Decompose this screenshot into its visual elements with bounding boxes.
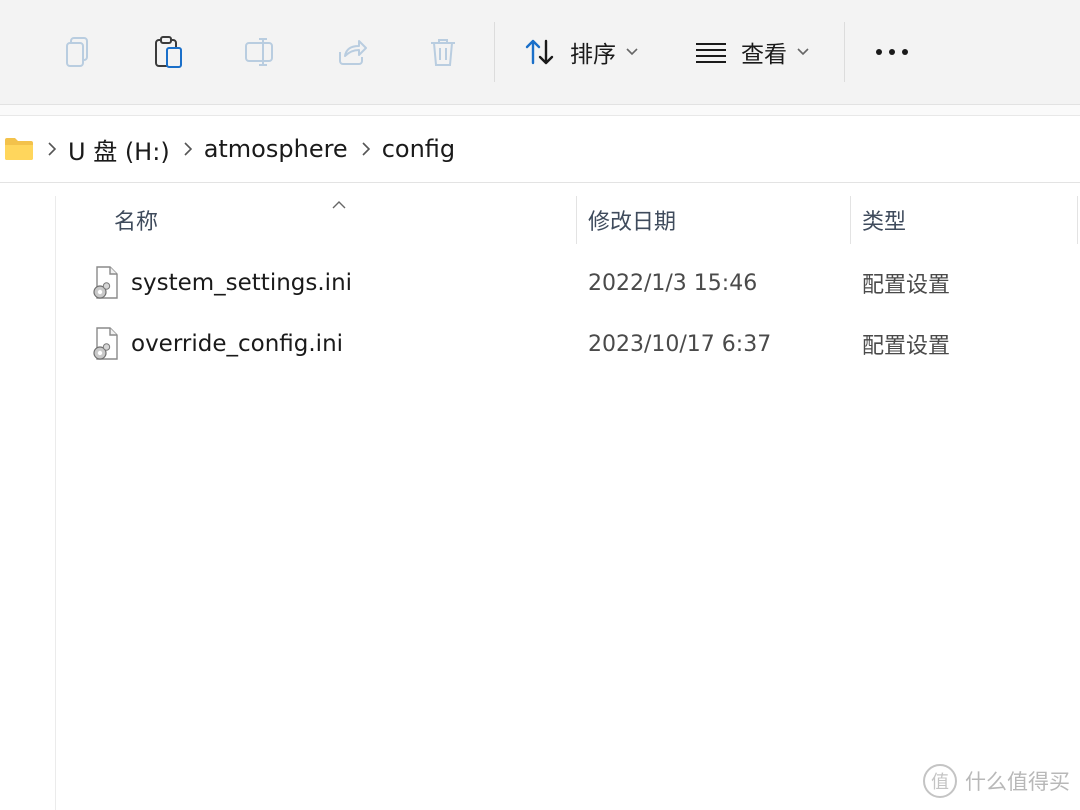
file-modified: 2023/10/17 6:37 [588, 331, 772, 357]
copy-button[interactable] [52, 26, 104, 78]
file-row[interactable]: system_settings.ini 2022/1/3 15:46 配置设置 [56, 254, 1080, 312]
chevron-down-icon [626, 48, 638, 56]
sort-icon [525, 39, 554, 65]
breadcrumb: U 盘 (H:) atmosphere config [4, 116, 455, 182]
ini-settings-file-icon [92, 327, 120, 365]
rename-button[interactable] [235, 26, 287, 78]
file-type: 配置设置 [862, 334, 951, 359]
breadcrumb-config[interactable]: config [382, 135, 455, 163]
breadcrumb-drive[interactable]: U 盘 (H:) [68, 132, 170, 167]
rename-icon [245, 38, 273, 66]
chevron-right-icon [184, 142, 192, 156]
sort-label: 排序 [570, 42, 616, 68]
delete-button[interactable] [417, 26, 469, 78]
column-header-modified[interactable]: 修改日期 [588, 196, 676, 244]
view-list-icon [696, 43, 726, 63]
share-button[interactable] [326, 26, 378, 78]
more-options-button[interactable] [866, 26, 918, 78]
watermark-text: 什么值得买 [965, 770, 1070, 794]
column-resize-handle[interactable] [850, 196, 851, 244]
paste-button[interactable] [143, 26, 195, 78]
sort-ascending-icon [332, 194, 346, 213]
file-type: 配置设置 [862, 273, 951, 298]
paste-icon [155, 36, 182, 68]
file-name: override_config.ini [131, 331, 344, 357]
file-modified: 2022/1/3 15:46 [588, 270, 758, 296]
watermark: 值 什么值得买 [923, 764, 1070, 798]
toolbar-spacer [0, 105, 1080, 116]
address-bar[interactable]: U 盘 (H:) atmosphere config [0, 116, 1080, 183]
sort-menu-button[interactable]: 排序 [524, 26, 638, 78]
ellipsis-icon [876, 49, 908, 55]
folder-icon [5, 138, 33, 160]
chevron-down-icon [797, 48, 809, 56]
column-header-name[interactable]: 名称 [114, 196, 158, 244]
file-row[interactable]: override_config.ini 2023/10/17 6:37 配置设置 [56, 315, 1080, 373]
chevron-right-icon [48, 142, 56, 156]
toolbar-separator [494, 22, 495, 82]
column-resize-handle[interactable] [1077, 196, 1078, 244]
watermark-logo-icon: 值 [923, 764, 957, 798]
view-menu-button[interactable]: 查看 [695, 26, 809, 78]
copy-icon [66, 37, 88, 67]
breadcrumb-atmosphere[interactable]: atmosphere [204, 135, 348, 163]
ini-settings-file-icon [92, 266, 120, 304]
column-header-type[interactable]: 类型 [862, 196, 906, 244]
chevron-right-icon [362, 142, 370, 156]
column-resize-handle[interactable] [576, 196, 577, 244]
delete-icon [431, 39, 455, 66]
file-name: system_settings.ini [131, 270, 353, 296]
toolbar-separator [844, 22, 845, 82]
view-label: 查看 [741, 42, 787, 68]
share-icon [339, 40, 367, 65]
command-bar: 排序 查看 [0, 0, 1080, 105]
